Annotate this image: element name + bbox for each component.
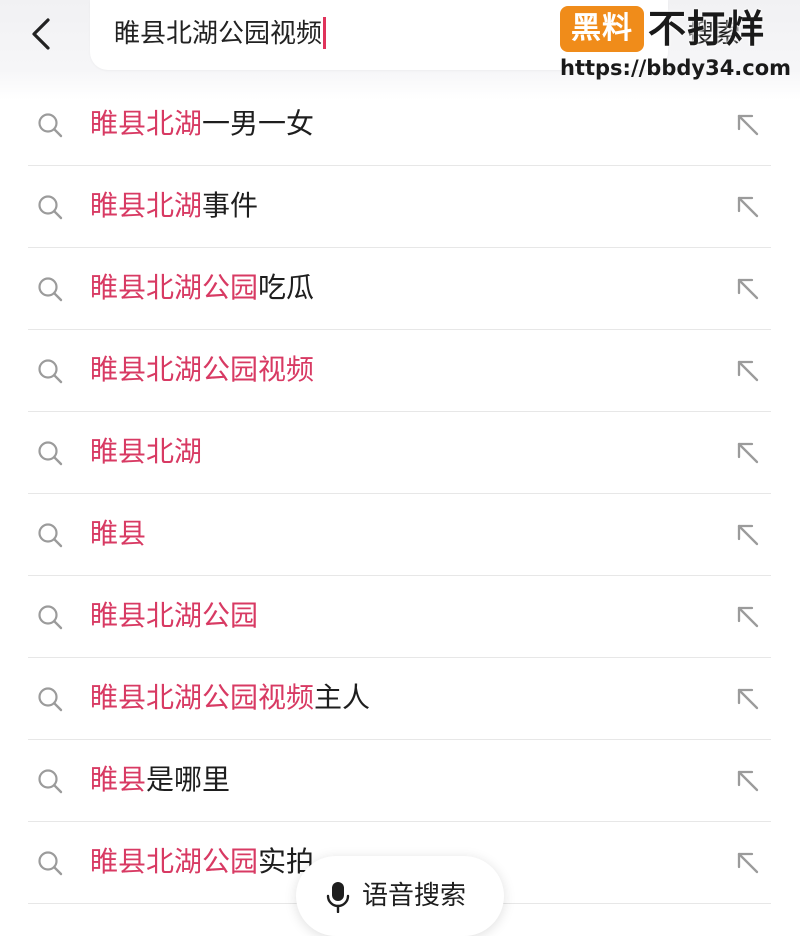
- suggestion-highlight: 睢县: [90, 763, 147, 796]
- suggestion-label: 睢县北湖事件: [90, 186, 258, 226]
- suggestion-label: 睢县北湖公园: [90, 596, 258, 636]
- search-icon: [38, 441, 63, 466]
- search-icon: [38, 195, 63, 220]
- suggestion-label: 睢县北湖: [90, 432, 202, 472]
- search-icon: [38, 277, 63, 302]
- fill-query-arrow-icon[interactable]: [734, 521, 762, 549]
- suggestion-highlight: 睢县北湖公园视频: [90, 353, 315, 386]
- suggestion-row[interactable]: 睢县北湖公园视频: [28, 330, 771, 412]
- suggestion-highlight: 睢县北湖公园: [90, 599, 259, 632]
- search-icon: [38, 523, 63, 548]
- fill-query-arrow-icon[interactable]: [734, 767, 762, 795]
- watermark-badge: 黑料: [560, 6, 644, 52]
- fill-query-arrow-icon[interactable]: [734, 111, 762, 139]
- suggestion-row[interactable]: 睢县北湖公园视频主人: [28, 658, 771, 740]
- suggestion-rest: 一男一女: [202, 107, 315, 140]
- suggestion-label: 睢县北湖公园吃瓜: [90, 268, 314, 308]
- search-input[interactable]: 睢县北湖公园视频: [114, 16, 327, 52]
- suggestion-list: 睢县北湖一男一女 睢县北湖事件 睢县北湖公园吃瓜 睢县北湖公园视频 睢县北湖 睢…: [0, 84, 800, 904]
- suggestion-label: 睢县北湖一男一女: [90, 104, 314, 144]
- fill-query-arrow-icon[interactable]: [734, 439, 762, 467]
- suggestion-row[interactable]: 睢县北湖: [28, 412, 771, 494]
- suggestion-label: 睢县是哪里: [90, 760, 230, 800]
- search-query-text: 睢县北湖公园视频: [114, 19, 323, 49]
- watermark-url: https://bbdy34.com: [560, 56, 792, 80]
- suggestion-row[interactable]: 睢县北湖公园: [28, 576, 771, 658]
- fill-query-arrow-icon[interactable]: [734, 193, 762, 221]
- search-icon: [38, 851, 63, 876]
- search-icon: [38, 769, 63, 794]
- suggestion-rest: 是哪里: [146, 763, 231, 796]
- search-icon: [38, 605, 63, 630]
- suggestion-highlight: 睢县北湖: [90, 189, 203, 222]
- search-icon: [38, 359, 63, 384]
- fill-query-arrow-icon[interactable]: [734, 849, 762, 877]
- voice-search-label: 语音搜索: [362, 881, 467, 911]
- text-caret: [323, 16, 327, 49]
- suggestion-label: 睢县北湖公园实拍: [90, 842, 314, 882]
- suggestion-rest: 吃瓜: [258, 271, 315, 304]
- suggestion-highlight: 睢县: [90, 517, 147, 550]
- fill-query-arrow-icon[interactable]: [734, 275, 762, 303]
- back-arrow-icon[interactable]: [22, 14, 62, 54]
- suggestion-rest: 主人: [314, 681, 371, 714]
- search-icon: [38, 687, 63, 712]
- suggestion-highlight: 睢县北湖公园: [90, 845, 259, 878]
- suggestion-highlight: 睢县北湖公园视频: [90, 681, 315, 714]
- suggestion-label: 睢县北湖公园视频: [90, 350, 314, 390]
- suggestion-row[interactable]: 睢县北湖事件: [28, 166, 771, 248]
- suggestion-row[interactable]: 睢县是哪里: [28, 740, 771, 822]
- suggestion-row[interactable]: 睢县北湖公园吃瓜: [28, 248, 771, 330]
- suggestion-row[interactable]: 睢县: [28, 494, 771, 576]
- suggestion-label: 睢县: [90, 514, 146, 554]
- suggestion-label: 睢县北湖公园视频主人: [90, 678, 370, 718]
- suggestion-highlight: 睢县北湖: [90, 435, 203, 468]
- microphone-icon: [326, 882, 350, 913]
- fill-query-arrow-icon[interactable]: [734, 357, 762, 385]
- suggestion-rest: 事件: [202, 189, 259, 222]
- suggestion-highlight: 睢县北湖: [90, 107, 203, 140]
- voice-search-button[interactable]: 语音搜索: [296, 856, 504, 936]
- suggestion-highlight: 睢县北湖公园: [90, 271, 259, 304]
- watermark-text: 不打烊: [648, 7, 766, 51]
- suggestion-row[interactable]: 睢县北湖一男一女: [28, 84, 771, 166]
- fill-query-arrow-icon[interactable]: [734, 685, 762, 713]
- search-icon: [38, 113, 63, 138]
- fill-query-arrow-icon[interactable]: [734, 603, 762, 631]
